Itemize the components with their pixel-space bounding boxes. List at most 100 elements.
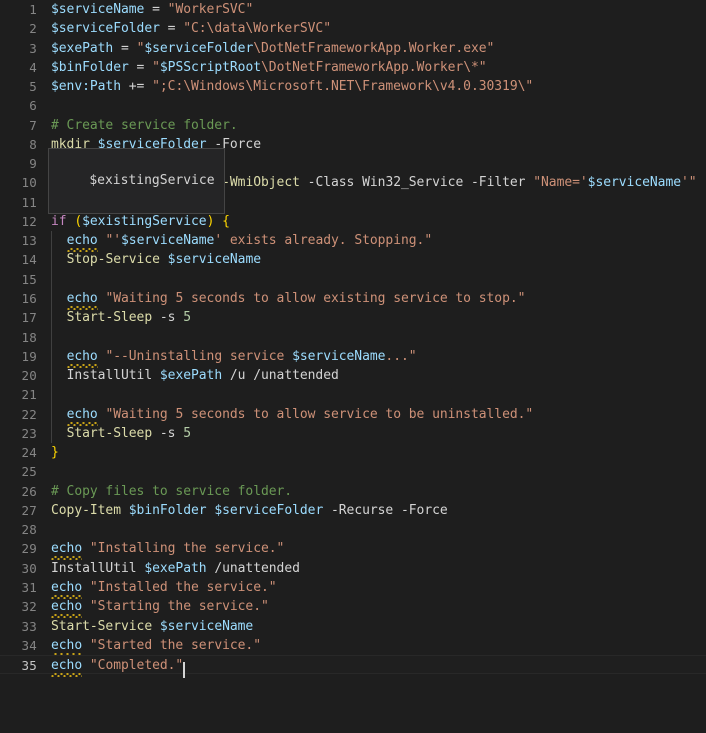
line-content[interactable]: echo "Installed the service." — [51, 578, 277, 597]
code-line-active[interactable]: 35 echo "Completed." — [0, 655, 706, 679]
line-number: 15 — [21, 271, 37, 287]
line-number: 14 — [21, 252, 37, 268]
code-editor[interactable]: 1 $serviceName = "WorkerSVC" 2 $serviceF… — [0, 0, 706, 679]
line-number: 5 — [29, 79, 37, 95]
line-content[interactable]: # Copy files to service folder. — [51, 482, 292, 501]
echo-warning[interactable]: echo — [66, 348, 98, 368]
code-line[interactable]: 25 — [0, 462, 706, 481]
echo-warning[interactable]: echo — [51, 599, 82, 618]
code-line[interactable]: 26 # Copy files to service folder. — [0, 482, 706, 501]
code-line[interactable]: 32 echo "Starting the service." — [0, 597, 706, 616]
line-content[interactable]: $exePath = "$serviceFolder\DotNetFramewo… — [51, 39, 494, 58]
code-line[interactable]: 23 Start-Sleep -s 5 — [0, 423, 706, 444]
line-content[interactable]: Start-Sleep -s 5 — [51, 308, 192, 327]
line-number: 7 — [29, 117, 37, 133]
line-number: 2 — [29, 21, 37, 37]
line-content[interactable]: echo "--Uninstalling service $serviceNam… — [51, 347, 417, 366]
code-line[interactable]: 29 echo "Installing the service." — [0, 539, 706, 558]
line-number: 13 — [21, 233, 37, 249]
line-content[interactable]: $serviceName = "WorkerSVC" — [51, 0, 253, 19]
line-content[interactable]: $env:Path += ";C:\Windows\Microsoft.NET\… — [51, 77, 533, 96]
echo-warning[interactable]: echo — [51, 658, 82, 677]
line-number: 29 — [21, 541, 37, 557]
line-content[interactable]: echo "Starting the service." — [51, 597, 269, 616]
code-line[interactable]: 24 } — [0, 443, 706, 462]
line-content[interactable]: $serviceFolder = "C:\data\WorkerSVC" — [51, 19, 331, 38]
echo-warning[interactable]: echo — [66, 233, 98, 252]
line-number: 35 — [21, 658, 37, 674]
line-content[interactable]: } — [51, 443, 59, 462]
line-content[interactable]: Start-Service $serviceName — [51, 617, 253, 636]
code-line[interactable]: 4 $binFolder = "$PSScriptRoot\DotNetFram… — [0, 58, 706, 77]
line-number: 25 — [21, 464, 37, 480]
line-number: 23 — [21, 425, 37, 441]
line-content[interactable]: echo "Waiting 5 seconds to allow service… — [51, 405, 533, 424]
code-line[interactable]: 27 Copy-Item $binFolder $serviceFolder -… — [0, 501, 706, 520]
line-content[interactable]: echo "Installing the service." — [51, 539, 284, 558]
line-number: 20 — [21, 368, 37, 384]
code-line[interactable]: 19 echo "--Uninstalling service $service… — [0, 346, 706, 367]
code-line[interactable]: 6 — [0, 96, 706, 115]
line-content[interactable]: echo "Completed." — [51, 656, 185, 679]
line-number: 21 — [21, 387, 37, 403]
text-cursor — [183, 662, 185, 679]
echo-warning[interactable]: echo — [51, 579, 82, 599]
line-content[interactable]: Copy-Item $binFolder $serviceFolder -Rec… — [51, 501, 448, 520]
indent-guide — [51, 385, 52, 405]
line-content[interactable]: echo "'$serviceName' exists already. Sto… — [51, 231, 432, 250]
line-content[interactable]: InstallUtil $exePath /unattended — [51, 559, 300, 578]
code-line[interactable]: 1 $serviceName = "WorkerSVC" — [0, 0, 706, 19]
line-number: 8 — [29, 136, 37, 152]
code-line[interactable]: 20 InstallUtil $exePath /u /unattended — [0, 366, 706, 386]
line-number: 3 — [29, 40, 37, 56]
line-number: 31 — [21, 579, 37, 595]
echo-warning[interactable]: echo — [66, 290, 98, 310]
line-number: 27 — [21, 502, 37, 518]
line-content[interactable]: if ($existingService) { — [51, 212, 230, 231]
line-number: 1 — [29, 2, 37, 17]
code-line[interactable]: 31 echo "Installed the service." — [0, 578, 706, 597]
line-content[interactable]: $binFolder = "$PSScriptRoot\DotNetFramew… — [51, 58, 487, 77]
code-line[interactable]: 5 $env:Path += ";C:\Windows\Microsoft.NE… — [0, 77, 706, 96]
line-number: 33 — [21, 618, 37, 634]
line-content[interactable]: echo "Started the service." — [51, 636, 261, 655]
code-line[interactable]: 30 InstallUtil $exePath /unattended — [0, 559, 706, 578]
code-line[interactable]: 13 echo "'$serviceName' exists already. … — [0, 231, 706, 251]
indent-guide — [51, 327, 52, 347]
code-line[interactable]: 3 $exePath = "$serviceFolder\DotNetFrame… — [0, 39, 706, 58]
line-number: 32 — [21, 599, 37, 615]
code-line[interactable]: 15 — [0, 269, 706, 289]
code-line[interactable]: 14 Stop-Service $serviceName — [0, 250, 706, 270]
echo-warning[interactable]: echo — [51, 637, 82, 657]
code-line[interactable]: 28 — [0, 520, 706, 539]
line-content[interactable]: # Create service folder. — [51, 116, 238, 135]
code-line[interactable]: 18 — [0, 327, 706, 347]
line-number: 6 — [29, 98, 37, 114]
echo-warning[interactable]: echo — [66, 406, 98, 426]
line-number: 19 — [21, 348, 37, 364]
indent-guide — [51, 269, 52, 289]
code-line[interactable]: 16 echo "Waiting 5 seconds to allow exis… — [0, 288, 706, 309]
line-number: 9 — [29, 156, 37, 172]
line-number: 30 — [21, 560, 37, 576]
code-line[interactable]: 34 echo "Started the service." — [0, 636, 706, 655]
echo-warning[interactable]: echo — [51, 541, 82, 560]
line-number: 24 — [21, 445, 37, 461]
line-number: 16 — [21, 290, 37, 306]
line-number: 28 — [21, 522, 37, 538]
line-number: 17 — [21, 310, 37, 326]
code-line[interactable]: 2 $serviceFolder = "C:\data\WorkerSVC" — [0, 19, 706, 38]
hover-tooltip: $existingService — [48, 148, 225, 214]
code-line[interactable]: 7 # Create service folder. — [0, 116, 706, 135]
line-number: 26 — [21, 483, 37, 499]
code-line[interactable]: 33 Start-Service $serviceName — [0, 617, 706, 636]
line-content[interactable]: InstallUtil $exePath /u /unattended — [51, 366, 339, 385]
code-line[interactable]: 21 — [0, 385, 706, 405]
line-content[interactable]: Stop-Service $serviceName — [51, 250, 261, 269]
line-number: 12 — [21, 213, 37, 229]
line-content[interactable]: echo "Waiting 5 seconds to allow existin… — [51, 289, 525, 308]
code-line[interactable]: 12 if ($existingService) { — [0, 212, 706, 231]
code-line[interactable]: 22 echo "Waiting 5 seconds to allow serv… — [0, 404, 706, 424]
line-content[interactable]: Start-Sleep -s 5 — [51, 424, 192, 443]
code-line[interactable]: 17 Start-Sleep -s 5 — [0, 308, 706, 328]
